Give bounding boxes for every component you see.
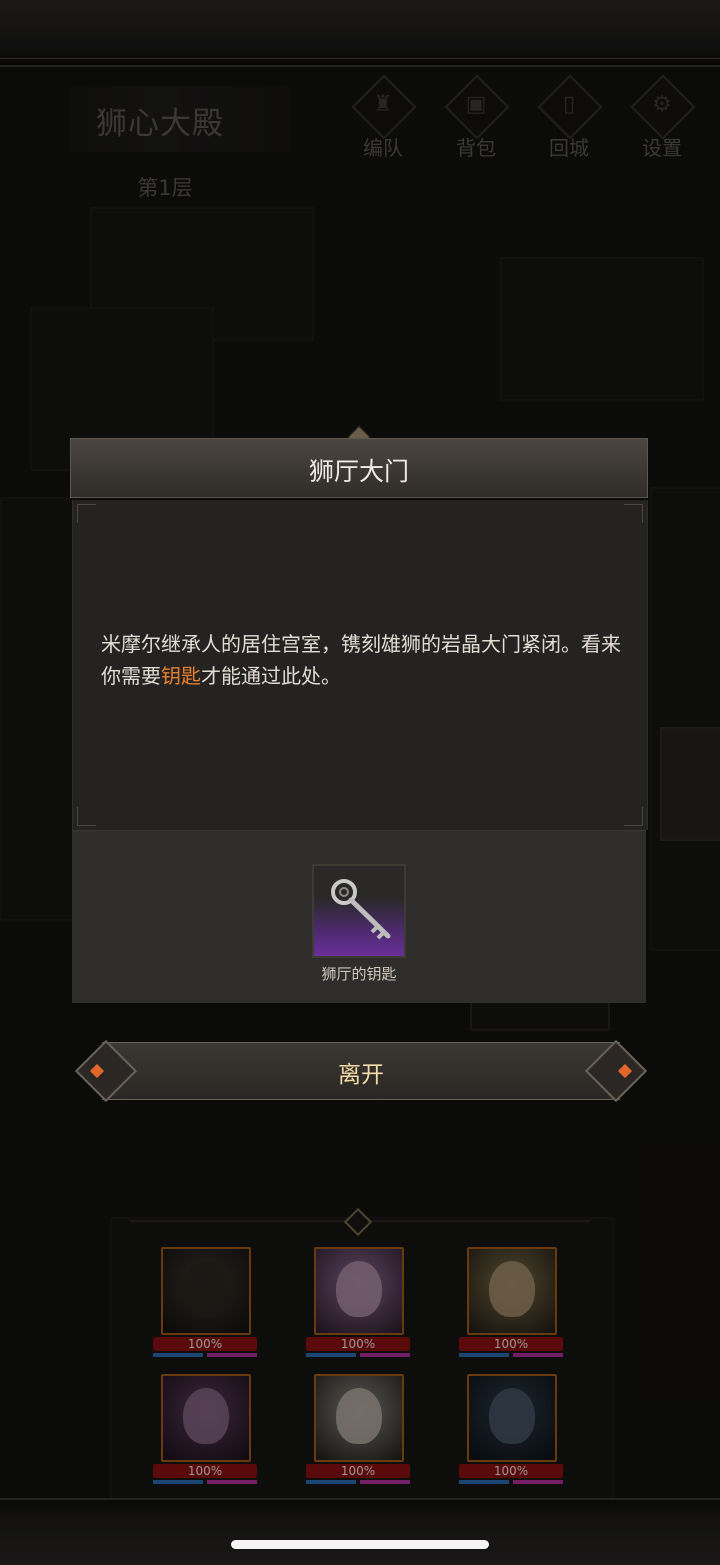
required-item-slot[interactable] bbox=[312, 864, 406, 958]
required-item-panel: 狮厅的钥匙 bbox=[72, 830, 646, 1003]
dialog-header: 狮厅大门 bbox=[70, 438, 648, 498]
dialog-description: 米摩尔继承人的居住宫室，镌刻雄狮的岩晶大门紧闭。看来你需要钥匙才能通过此处。 bbox=[101, 632, 621, 688]
dialog-body: 米摩尔继承人的居住宫室，镌刻雄狮的岩晶大门紧闭。看来你需要钥匙才能通过此处。 bbox=[72, 500, 648, 830]
required-item-name: 狮厅的钥匙 bbox=[321, 965, 397, 983]
home-indicator[interactable] bbox=[231, 1540, 489, 1549]
key-icon bbox=[331, 879, 391, 940]
leave-button-label: 离开 bbox=[338, 1062, 384, 1088]
dialog-title: 狮厅大门 bbox=[308, 457, 409, 486]
leave-button[interactable]: 离开 bbox=[74, 1039, 648, 1103]
highlighted-keyword: 钥匙 bbox=[161, 664, 201, 688]
